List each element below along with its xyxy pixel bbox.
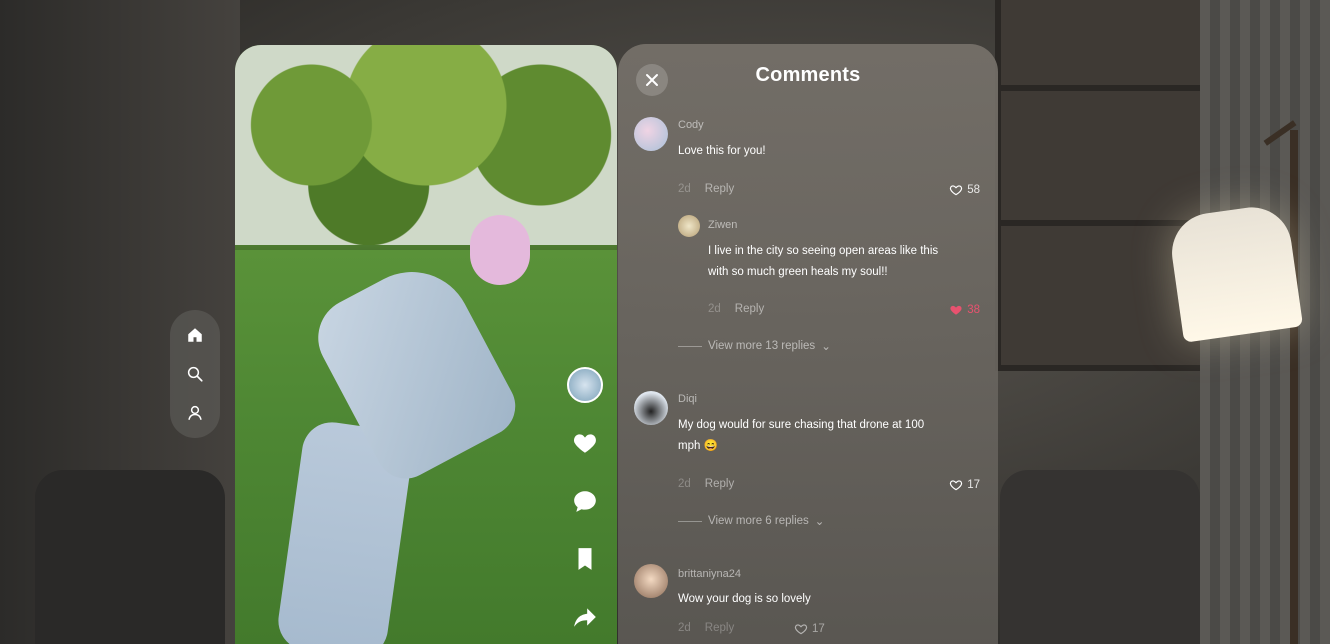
comment-text-line1: My dog would for sure chasing that drone… — [678, 419, 925, 431]
comment-bubble-icon — [574, 491, 596, 512]
view-more-divider — [678, 345, 702, 347]
room-sofa-left — [35, 470, 225, 644]
video-action-bar — [565, 367, 605, 635]
side-navigation — [170, 310, 220, 438]
comment-username[interactable]: Diqi — [678, 393, 697, 405]
reply-text-line2: with so much green heals my soul!! — [708, 266, 888, 278]
floor-lamp-shade — [1166, 202, 1304, 343]
view-more-label: View more 13 replies — [708, 340, 816, 352]
comment-button[interactable] — [567, 483, 603, 519]
bookmark-icon — [578, 548, 592, 570]
reply-button[interactable]: Reply — [705, 183, 734, 195]
share-arrow-icon — [574, 608, 596, 627]
view-more-replies-button[interactable]: View more 6 replies ⌄ — [678, 514, 824, 528]
commenter-avatar[interactable] — [634, 564, 668, 598]
heart-filled-icon — [950, 305, 962, 315]
like-button[interactable] — [567, 425, 603, 461]
reply-time: 2d — [708, 303, 721, 315]
nav-home-button[interactable] — [178, 318, 212, 352]
search-icon — [187, 366, 203, 382]
comment-meta: 2d Reply — [678, 183, 734, 195]
floor-lamp-pole — [1290, 130, 1298, 644]
comment-meta: 2d Reply — [678, 622, 734, 634]
creator-avatar — [567, 367, 603, 403]
comment-username[interactable]: brittaniyna24 — [678, 568, 741, 580]
reply-like-button[interactable]: 38 — [949, 303, 980, 317]
comment-time: 2d — [678, 478, 691, 490]
comments-panel: Comments Cody Love this for you! 2d Repl… — [618, 44, 998, 644]
comment-like-count: 17 — [967, 479, 980, 491]
nav-search-button[interactable] — [178, 357, 212, 391]
bookmark-button[interactable] — [567, 541, 603, 577]
comment-text: Wow your dog is so lovely — [678, 593, 811, 605]
reply-text-line1: I live in the city so seeing open areas … — [708, 245, 939, 257]
comment-username[interactable]: Cody — [678, 119, 704, 131]
view-more-divider — [678, 520, 702, 522]
comments-title: Comments — [755, 64, 861, 86]
video-player[interactable] — [235, 45, 617, 644]
comment-like-count: 17 — [812, 623, 825, 635]
view-more-label: View more 6 replies — [708, 515, 809, 527]
room-sofa-right — [1000, 470, 1200, 644]
reply-avatar[interactable] — [678, 215, 700, 237]
reply-reply-button[interactable]: Reply — [735, 303, 764, 315]
creator-avatar-button[interactable] — [567, 367, 603, 403]
home-icon — [188, 328, 202, 343]
heart-outline-icon — [950, 185, 963, 196]
commenter-avatar[interactable] — [634, 117, 668, 151]
comment-like-button[interactable]: 17 — [794, 622, 825, 636]
heart-outline-icon — [794, 624, 808, 635]
comment-time: 2d — [678, 183, 691, 195]
video-trees — [235, 45, 617, 245]
comment-meta: 2d Reply — [678, 478, 734, 490]
share-button[interactable] — [567, 599, 603, 635]
commenter-avatar[interactable] — [634, 391, 668, 425]
comment-like-count: 58 — [967, 184, 980, 196]
comment-text-line2: mph 😄 — [678, 440, 718, 452]
profile-icon — [188, 405, 202, 420]
reply-username[interactable]: Ziwen — [708, 219, 737, 231]
chevron-down-icon: ⌄ — [821, 341, 831, 353]
comment-time: 2d — [678, 622, 691, 634]
reply-button[interactable]: Reply — [705, 622, 734, 634]
reply-meta: 2d Reply — [708, 303, 764, 315]
reply-like-count: 38 — [967, 304, 980, 316]
comment-like-button[interactable]: 17 — [949, 478, 980, 492]
heart-icon — [574, 434, 596, 453]
reply-button[interactable]: Reply — [705, 478, 734, 490]
comment-text: Love this for you! — [678, 145, 766, 157]
view-more-replies-button[interactable]: View more 13 replies ⌄ — [678, 339, 831, 353]
chevron-down-icon: ⌄ — [814, 516, 825, 528]
nav-profile-button[interactable] — [178, 396, 212, 430]
heart-outline-icon — [950, 480, 963, 491]
comment-like-button[interactable]: 58 — [949, 183, 980, 197]
video-person-hoodie — [470, 215, 530, 285]
